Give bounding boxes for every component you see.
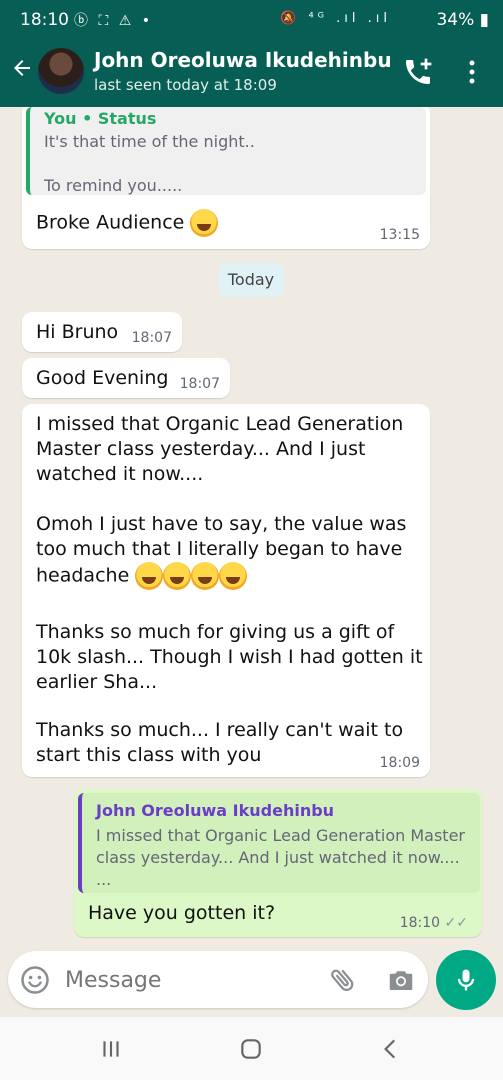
signal-icons: 🔕 ⁴ᴳ .ıl .ıl — [280, 11, 391, 26]
message-text: Good Evening — [36, 367, 169, 389]
message-time: 18:09 — [379, 755, 420, 771]
battery-icon: ▮ — [479, 10, 489, 30]
attach-icon[interactable] — [328, 965, 358, 995]
quote-author: You • Status — [44, 109, 157, 128]
message-time: 18:10 ✓✓ — [399, 915, 468, 931]
quote-text: It's that time of the night.. — [44, 132, 255, 151]
home-icon[interactable] — [238, 1036, 264, 1062]
message-bubble[interactable]: I missed that Organic Lead Generation Ma… — [22, 404, 430, 777]
quote-text: I missed that Organic Lead Generation Ma… — [96, 826, 465, 889]
message-text: Omoh I just have to say, the value was t… — [36, 512, 406, 590]
reply-quote[interactable]: John Oreoluwa Ikudehinbu I missed that O… — [78, 793, 480, 893]
message-input[interactable] — [63, 963, 317, 997]
avatar[interactable] — [38, 48, 84, 94]
status-bar: 18:10 ⓑ ⛶ ⚠ • 🔕 ⁴ᴳ .ıl .ıl 34% ▮ — [0, 0, 503, 42]
system-nav-bar — [0, 1017, 503, 1080]
battery-level: 34% ▮ — [436, 10, 489, 30]
message-bubble[interactable]: Hi Bruno 18:07 — [22, 312, 182, 352]
message-composer — [8, 951, 428, 1008]
back-arrow-icon[interactable] — [10, 56, 34, 80]
message-bubble[interactable]: You • Status It's that time of the night… — [22, 107, 430, 249]
message-bubble[interactable]: Good Evening 18:07 — [22, 358, 230, 398]
tears-of-joy-emoji-icon — [219, 562, 248, 590]
camera-icon[interactable] — [386, 965, 416, 995]
date-chip: Today — [218, 263, 284, 297]
add-call-icon[interactable] — [402, 56, 434, 88]
message-text: Have you gotten it? — [88, 902, 276, 924]
message-time: 13:15 — [379, 227, 420, 243]
back-icon[interactable] — [378, 1036, 404, 1062]
status-reply-quote[interactable]: You • Status It's that time of the night… — [26, 107, 426, 195]
mic-icon — [457, 969, 475, 991]
message-time: 18:07 — [131, 330, 172, 346]
recents-icon[interactable] — [98, 1036, 124, 1062]
message-text: Thanks so much for giving us a gift of 1… — [36, 621, 423, 693]
voice-record-button[interactable] — [436, 950, 496, 1010]
message-text: I missed that Organic Lead Generation Ma… — [36, 413, 404, 485]
quote-author: John Oreoluwa Ikudehinbu — [96, 801, 335, 820]
message-bubble-outgoing[interactable]: John Oreoluwa Ikudehinbu I missed that O… — [74, 789, 482, 937]
tears-of-joy-emoji-icon — [163, 562, 192, 590]
tears-of-joy-emoji-icon — [135, 562, 164, 590]
message-text: Hi Bruno — [36, 321, 119, 343]
status-time: 18:10 — [20, 10, 69, 30]
chat-header: John Oreoluwa Ikudehinbu last seen today… — [0, 42, 503, 107]
grinning-emoji-icon — [190, 209, 219, 237]
quote-text: To remind you..... — [44, 176, 183, 195]
tears-of-joy-emoji-icon — [191, 562, 220, 590]
chat-area[interactable]: You • Status It's that time of the night… — [0, 107, 503, 1017]
message-text: Broke Audience — [36, 209, 219, 237]
message-text: Thanks so much... I really can't wait to… — [36, 719, 404, 766]
emoji-icon[interactable] — [20, 965, 50, 995]
message-time: 18:07 — [179, 376, 220, 392]
notification-icons: ⓑ ⛶ ⚠ • — [74, 13, 153, 29]
contact-name[interactable]: John Oreoluwa Ikudehinbu — [94, 48, 392, 72]
read-receipt-icon: ✓✓ — [444, 915, 468, 931]
last-seen[interactable]: last seen today at 18:09 — [94, 76, 277, 94]
more-vert-icon[interactable] — [462, 58, 482, 86]
